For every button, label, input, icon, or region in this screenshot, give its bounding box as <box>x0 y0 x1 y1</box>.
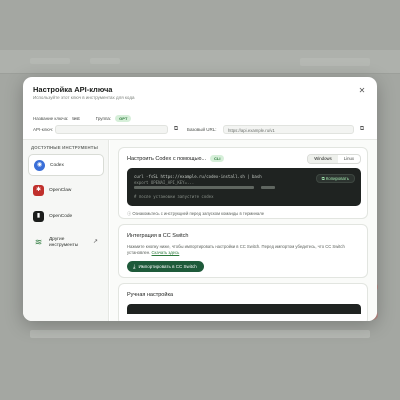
key-name-value: test <box>72 115 80 121</box>
base-url-label: Базовый URL: <box>187 127 217 132</box>
card-title: Ручная настройка <box>127 292 174 298</box>
api-key-label: API-ключ: <box>33 127 54 132</box>
copy-code-label: Копировать <box>325 176 349 181</box>
download-icon: ⤓ <box>133 264 136 270</box>
background-block <box>30 330 370 338</box>
other-tools-icon: ≋ <box>34 237 43 247</box>
import-cc-switch-button[interactable]: ⤓ Импортировать в CC Switch <box>127 261 204 272</box>
card-note: ⓘ Ознакомьтесь с инструкцией перед запус… <box>127 211 264 217</box>
os-option-windows[interactable]: Windows <box>308 155 338 163</box>
opencode-icon: ▮ <box>33 211 44 222</box>
key-group-chip: GPT <box>115 114 132 122</box>
background-block <box>30 58 70 64</box>
copy-code-button[interactable]: ⧉ Копировать <box>315 174 355 183</box>
key-fields-row: API-ключ: ⧉ Базовый URL: https://api.exa… <box>33 124 367 136</box>
code-line: export OPENAI_API_KEY=... <box>134 180 195 185</box>
download-link[interactable]: Скачать здесь <box>152 250 180 255</box>
code-redacted <box>261 186 275 189</box>
api-key-setup-modal: Настройка API-ключа Используйте этот клю… <box>23 77 377 321</box>
card-title: Интеграция в CC Switch <box>127 233 189 239</box>
main-content: Настроить Codex с помощью... CLI Windows… <box>110 140 377 321</box>
sidebar-item-label: OpenCode <box>49 214 73 219</box>
import-button-label: Импортировать в CC Switch <box>138 264 197 269</box>
modal-title: Настройка API-ключа <box>33 85 113 94</box>
sidebar-item-other-tools[interactable]: ≋ Другие инструменты ↗ <box>28 232 104 254</box>
background-block <box>300 58 370 66</box>
copy-base-url-icon[interactable]: ⧉ <box>358 125 366 134</box>
base-url-field[interactable]: https://api.example.ru/v1 <box>223 125 354 134</box>
modal-subtitle: Используйте этот ключ в инструментах для… <box>33 95 135 100</box>
code-block: curl -fsSL https://example.ru/codex-inst… <box>127 168 361 206</box>
codex-icon: ◉ <box>34 160 45 171</box>
sidebar-item-label: Другие инструменты <box>49 237 79 248</box>
close-icon[interactable]: ✕ <box>357 86 367 96</box>
cc-switch-card: Интеграция в CC Switch Нажмите кнопку ни… <box>118 224 368 278</box>
sidebar-item-codex[interactable]: ◉ Codex <box>28 154 104 176</box>
copy-api-key-icon[interactable]: ⧉ <box>172 125 180 134</box>
code-line: curl -fsSL https://example.ru/codex-inst… <box>134 174 262 179</box>
sidebar-item-label: OpenClaw <box>49 188 72 193</box>
sidebar-title: ДОСТУПНЫЕ ИНСТРУМЕНТЫ <box>31 145 99 150</box>
os-option-linux[interactable]: Linux <box>338 155 360 163</box>
card-note-text: Ознакомьтесь с инструкцией перед запуско… <box>132 211 265 216</box>
key-name-label: Название ключа: <box>33 115 69 121</box>
key-group-label: Группа: <box>95 115 112 121</box>
api-key-field[interactable] <box>55 125 168 134</box>
external-link-icon: ↗ <box>92 239 98 245</box>
code-redacted <box>134 186 254 189</box>
sidebar-item-opencode[interactable]: ▮ OpenCode <box>28 206 104 228</box>
tools-sidebar: ДОСТУПНЫЕ ИНСТРУМЕНТЫ ◉ Codex ✱ OpenClaw… <box>23 140 109 321</box>
code-block <box>127 304 361 314</box>
cli-badge: CLI <box>210 155 225 162</box>
card-text: Нажмите кнопку ниже, чтобы импортировать… <box>127 244 365 256</box>
sidebar-item-openclaw[interactable]: ✱ OpenClaw <box>28 180 104 202</box>
openclaw-icon: ✱ <box>33 185 44 196</box>
sidebar-item-label: Codex <box>50 163 64 168</box>
modal-header: Настройка API-ключа Используйте этот клю… <box>23 77 377 107</box>
manual-setup-card: Ручная настройка <box>118 283 368 321</box>
codex-setup-card: Настроить Codex с помощью... CLI Windows… <box>118 147 368 219</box>
key-info-row: Название ключа: test Группа: GPT <box>33 113 132 123</box>
code-line: # после установки запустите codex <box>134 194 214 199</box>
background-block <box>90 58 120 64</box>
os-switch: Windows Linux <box>307 154 361 164</box>
card-title: Настроить Codex с помощью... <box>127 156 207 162</box>
